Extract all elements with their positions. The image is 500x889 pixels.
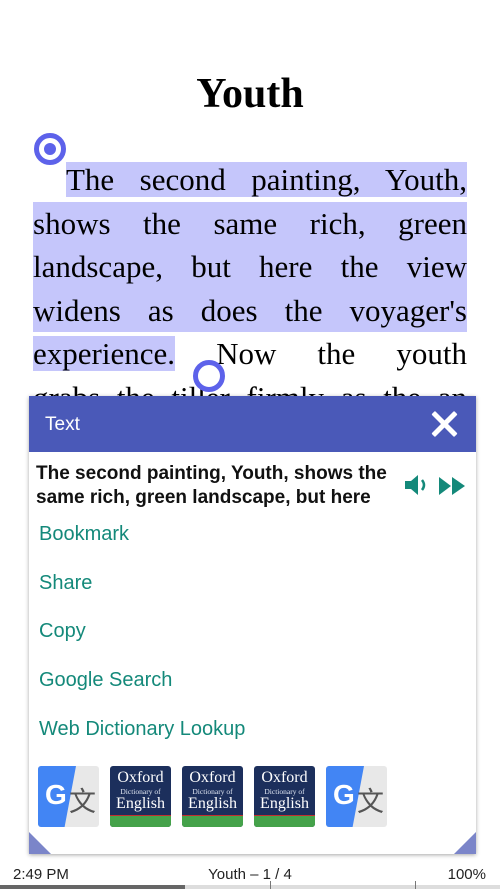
popup-title: Text (45, 414, 80, 435)
oxford-dictionary-app-icon[interactable]: Oxford Dictionary of English (182, 766, 243, 827)
chapter-tick (415, 881, 416, 889)
oxford-english-label: English (116, 795, 165, 812)
text-line[interactable]: experience. Now the youth (33, 332, 467, 376)
handle-dot (44, 143, 56, 155)
close-icon[interactable] (430, 409, 460, 439)
copy-action[interactable]: Copy (39, 618, 245, 667)
text-line[interactable]: The second painting, Youth, (33, 158, 467, 202)
app-shortcuts: G 文 Oxford Dictionary of English Oxford … (38, 766, 387, 827)
highlighted-text[interactable]: experience. (33, 336, 175, 371)
oxford-label: Oxford (117, 769, 164, 786)
text-line[interactable]: widens as does the voyager's (33, 288, 467, 332)
selection-end-handle[interactable] (193, 360, 225, 392)
web-dictionary-lookup-action[interactable]: Web Dictionary Lookup (39, 716, 245, 765)
oxford-green-band (254, 816, 315, 827)
google-search-action[interactable]: Google Search (39, 667, 245, 716)
progress-percent: 100% (447, 866, 486, 883)
oxford-dictionary-app-icon[interactable]: Oxford Dictionary of English (110, 766, 171, 827)
highlighted-text[interactable]: The second painting, Youth, (66, 162, 467, 197)
oxford-english-label: English (188, 795, 237, 812)
oxford-dictionary-app-icon[interactable]: Oxford Dictionary of English (254, 766, 315, 827)
oxford-english-label: English (260, 795, 309, 812)
progress-fill (0, 885, 185, 889)
chapter-title: Youth (196, 71, 304, 117)
resize-handle-right[interactable] (454, 832, 476, 854)
bookmark-action[interactable]: Bookmark (39, 521, 245, 570)
action-list: Bookmark Share Copy Google Search Web Di… (39, 521, 245, 764)
oxford-label: Oxford (189, 769, 236, 786)
share-action[interactable]: Share (39, 570, 245, 619)
translate-wen-glyph: 文 (357, 787, 384, 818)
google-translate-app-icon[interactable]: G 文 (326, 766, 387, 827)
speaker-icon[interactable] (404, 474, 430, 496)
status-bar: 2:49 PM Youth – 1 / 4 100% (0, 861, 500, 889)
oxford-green-band (110, 816, 171, 827)
resize-handle-left[interactable] (29, 832, 51, 854)
google-translate-app-icon[interactable]: G 文 (38, 766, 99, 827)
text-line[interactable]: landscape, but here the view (33, 245, 467, 289)
translate-g-glyph: G (45, 779, 67, 810)
oxford-label: Oxford (261, 769, 308, 786)
translate-g-glyph: G (333, 779, 355, 810)
popup-header: Text (29, 396, 476, 452)
selected-text-preview: The second painting, Youth, shows the sa… (36, 463, 387, 508)
chapter-indicator: Youth – 1 / 4 (208, 866, 292, 883)
oxford-green-band (182, 816, 243, 827)
fast-forward-icon[interactable] (438, 476, 466, 496)
text-selection-popup: Text The second painting, Youth, shows t… (29, 396, 476, 854)
progress-track[interactable] (0, 885, 500, 889)
chapter-body[interactable]: The second painting, Youth, shows the sa… (33, 158, 467, 419)
chapter-tick (270, 881, 271, 889)
translate-wen-glyph: 文 (69, 787, 96, 818)
text-line[interactable]: shows the same rich, green (33, 201, 467, 245)
selection-start-handle[interactable] (34, 133, 66, 165)
